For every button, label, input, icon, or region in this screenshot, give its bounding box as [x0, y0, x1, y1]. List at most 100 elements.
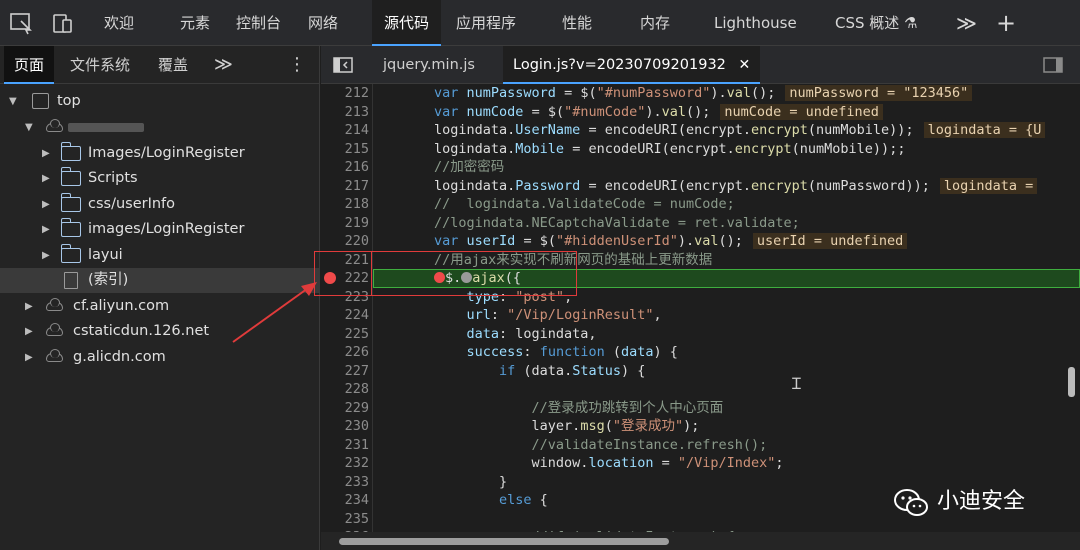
- line-number[interactable]: 229: [321, 399, 369, 418]
- expand-arrow-icon[interactable]: ▶: [25, 319, 33, 344]
- tab-sources[interactable]: 源代码: [372, 0, 442, 46]
- line-number[interactable]: 216: [321, 158, 369, 177]
- expand-arrow-icon[interactable]: ▼: [25, 115, 33, 140]
- tree-item-label: images/LoginRegister: [88, 221, 245, 237]
- expand-arrow-icon[interactable]: ▶: [42, 243, 50, 268]
- code-line[interactable]: 217 logindata.Password = encodeURI(encryp…: [321, 177, 1080, 196]
- toggle-navigator-icon[interactable]: [333, 57, 353, 73]
- code-line[interactable]: 213 var numCode = $("#numCode").val(); num…: [321, 103, 1080, 122]
- editor-tab-login-js[interactable]: Login.js?v=20230709201932 ✕: [503, 46, 761, 84]
- tree-item-label: g.alicdn.com: [73, 349, 166, 365]
- code-line[interactable]: 215 logindata.Mobile = encodeURI(encrypt.…: [321, 140, 1080, 159]
- code-line[interactable]: 228: [321, 380, 1080, 399]
- line-number[interactable]: 212: [321, 84, 369, 103]
- watermark-text: 小迪安全: [937, 489, 1026, 514]
- code-text: //加密密码: [434, 159, 505, 175]
- expand-arrow-icon[interactable]: ▶: [42, 166, 50, 191]
- tab-css-overview[interactable]: CSS 概述 ⚗: [835, 0, 918, 46]
- wechat-logo-icon: [894, 489, 928, 516]
- code-line[interactable]: 218 // logindata.ValidateCode = numCode;: [321, 195, 1080, 214]
- line-number[interactable]: 218: [321, 195, 369, 214]
- tree-item-folder[interactable]: ▶ css/userInfo: [0, 192, 320, 217]
- tree-item-folder[interactable]: ▶ Images/LoginRegister: [0, 141, 320, 166]
- tab-network[interactable]: 网络: [308, 0, 338, 46]
- code-line[interactable]: 225 data: logindata,: [321, 325, 1080, 344]
- line-number[interactable]: 234: [321, 491, 369, 510]
- tab-application[interactable]: 应用程序: [456, 0, 516, 46]
- code-line[interactable]: 232 window.location = "/Vip/Index";: [321, 454, 1080, 473]
- line-number[interactable]: 215: [321, 140, 369, 159]
- code-text: var numCode = $("#numCode").val(); numCod…: [434, 103, 883, 122]
- code-text: //登录成功跳转到个人中心页面: [531, 399, 724, 416]
- line-number[interactable]: 231: [321, 436, 369, 455]
- tab-elements[interactable]: 元素: [180, 0, 210, 46]
- tab-filesystem[interactable]: 文件系统: [70, 46, 130, 84]
- tree-item-folder[interactable]: ▶ layui: [0, 243, 320, 268]
- line-number[interactable]: 230: [321, 417, 369, 436]
- code-text: // logindata.ValidateCode = numCode;: [434, 196, 735, 212]
- vertical-scrollbar[interactable]: [1068, 367, 1075, 397]
- code-line[interactable]: 220 var userId = $("#hiddenUserId").val()…: [321, 232, 1080, 251]
- tree-item-label: css/userInfo: [88, 196, 176, 212]
- line-number[interactable]: 235: [321, 510, 369, 529]
- expand-arrow-icon[interactable]: ▼: [9, 89, 17, 114]
- folder-icon: [60, 193, 81, 212]
- expand-arrow-icon[interactable]: ▶: [42, 141, 50, 166]
- expand-arrow-icon[interactable]: ▶: [42, 217, 50, 242]
- tree-item-folder[interactable]: ▶ images/LoginRegister: [0, 217, 320, 242]
- editor-tab-label: Login.js?v=20230709201932: [513, 57, 726, 73]
- tree-item-folder[interactable]: ▶ Scripts: [0, 166, 320, 191]
- code-text: if (data.Status) {: [499, 362, 646, 379]
- line-number[interactable]: 219: [321, 214, 369, 233]
- line-number[interactable]: 224: [321, 306, 369, 325]
- expand-arrow-icon[interactable]: ▶: [25, 345, 33, 370]
- tree-item-host[interactable]: ▼: [0, 115, 320, 140]
- tab-overrides[interactable]: 覆盖: [158, 46, 188, 84]
- line-number[interactable]: 213: [321, 103, 369, 122]
- line-number[interactable]: 226: [321, 343, 369, 362]
- tab-welcome[interactable]: 欢迎: [104, 0, 134, 46]
- tab-console[interactable]: 控制台: [236, 0, 281, 46]
- horizontal-scrollbar[interactable]: [339, 538, 669, 545]
- tab-performance[interactable]: 性能: [562, 0, 592, 46]
- code-text: layer.msg("登录成功");: [434, 418, 700, 434]
- tab-page[interactable]: 页面: [4, 46, 55, 84]
- code-line[interactable]: 231 //validateInstance.refresh();: [321, 436, 1080, 455]
- line-number[interactable]: 220: [321, 232, 369, 251]
- line-number[interactable]: 214: [321, 121, 369, 140]
- code-editor[interactable]: 212 var numPassword = $("#numPassword").v…: [321, 84, 1080, 532]
- code-line[interactable]: 230 layer.msg("登录成功");: [321, 417, 1080, 436]
- line-number[interactable]: 217: [321, 177, 369, 196]
- frame-icon: [32, 93, 49, 109]
- tab-lighthouse[interactable]: Lighthouse: [714, 0, 797, 46]
- line-number[interactable]: 228: [321, 380, 369, 399]
- code-line[interactable]: 219 //logindata.NECaptchaValidate = ret.v…: [321, 214, 1080, 233]
- navigator-menu-icon[interactable]: ⋮: [288, 46, 306, 84]
- tab-memory[interactable]: 内存: [640, 0, 670, 46]
- editor-tabs: jquery.min.js Login.js?v=20230709201932 …: [321, 46, 1080, 84]
- more-tabs-icon[interactable]: ≫: [956, 0, 977, 46]
- add-tab-icon[interactable]: +: [996, 0, 1016, 46]
- code-line[interactable]: 224 url: "/Vip/LoginResult",: [321, 306, 1080, 325]
- code-text: url: "/Vip/LoginResult",: [466, 307, 662, 323]
- device-toolbar-icon[interactable]: [50, 10, 76, 36]
- more-navigator-icon[interactable]: ≫: [214, 46, 233, 84]
- line-number[interactable]: 232: [321, 454, 369, 473]
- close-icon[interactable]: ✕: [739, 57, 751, 73]
- line-number[interactable]: 225: [321, 325, 369, 344]
- expand-arrow-icon[interactable]: ▶: [25, 294, 33, 319]
- code-line[interactable]: 216 //加密密码: [321, 158, 1080, 177]
- expand-arrow-icon[interactable]: ▶: [42, 192, 50, 217]
- toggle-debugger-icon[interactable]: [1043, 57, 1063, 73]
- code-line[interactable]: 212 var numPassword = $("#numPassword").v…: [321, 84, 1080, 103]
- code-line[interactable]: 227 if (data.Status) {: [321, 362, 1080, 381]
- line-number[interactable]: 227: [321, 362, 369, 381]
- code-line[interactable]: 226 success: function (data) {: [321, 343, 1080, 362]
- code-line[interactable]: 214 logindata.UserName = encodeURI(encryp…: [321, 121, 1080, 140]
- inspect-element-icon[interactable]: [8, 10, 34, 36]
- code-text: data: logindata,: [466, 325, 597, 342]
- line-number[interactable]: 233: [321, 473, 369, 492]
- editor-tab-jquery[interactable]: jquery.min.js: [383, 46, 475, 84]
- code-line[interactable]: 229 //登录成功跳转到个人中心页面: [321, 399, 1080, 418]
- tree-item-top[interactable]: ▼ top: [0, 89, 320, 114]
